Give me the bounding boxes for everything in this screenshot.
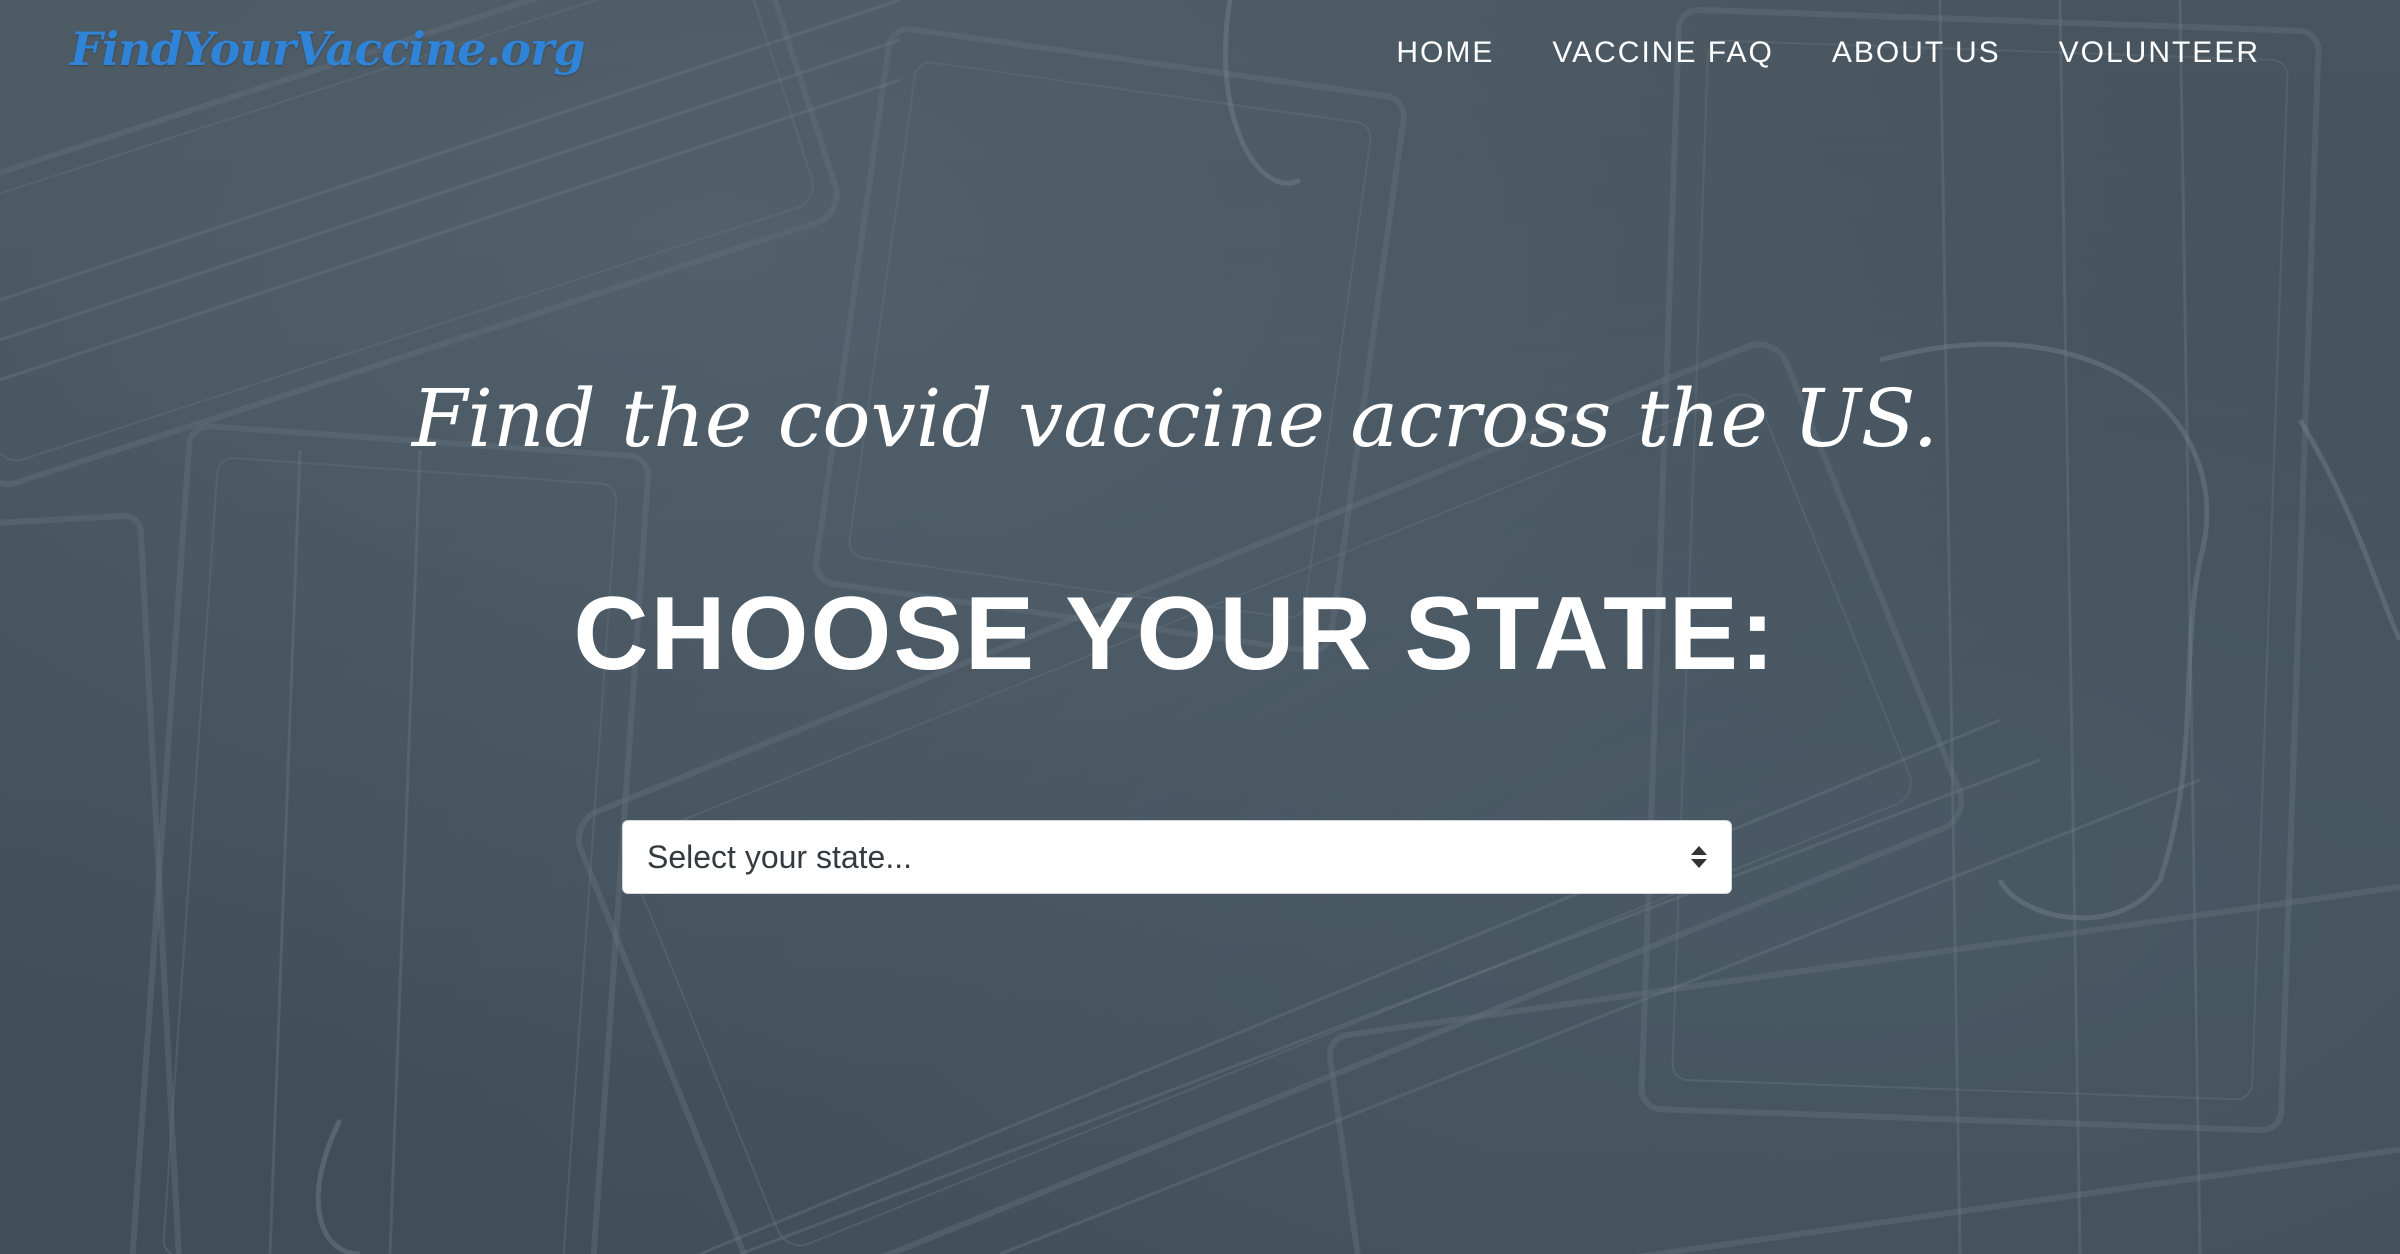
nav-about-us-link[interactable]: ABOUT US xyxy=(1832,36,2001,70)
main-nav: HOME VACCINE FAQ ABOUT US VOLUNTEER xyxy=(1396,36,2260,70)
nav-vaccine-faq-link[interactable]: VACCINE FAQ xyxy=(1552,36,1773,70)
hero-tagline: Find the covid vaccine across the US. xyxy=(411,372,1939,465)
state-select-value: Select your state... xyxy=(647,838,913,875)
site-logo[interactable]: FindYourVaccine.org xyxy=(70,22,586,76)
choose-state-heading: CHOOSE YOUR STATE: xyxy=(573,576,1777,692)
select-arrows-icon xyxy=(1691,846,1707,868)
nav-volunteer-link[interactable]: VOLUNTEER xyxy=(2059,36,2260,70)
nav-home-link[interactable]: HOME xyxy=(1396,36,1494,70)
state-select[interactable]: Select your state... xyxy=(622,820,1732,894)
